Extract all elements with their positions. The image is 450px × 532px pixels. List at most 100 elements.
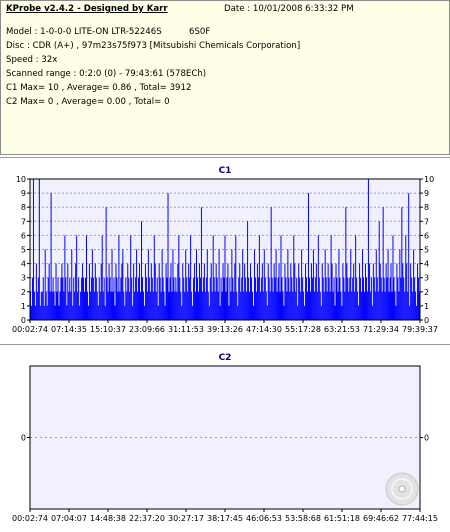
c1-bar [296,277,298,320]
c1-bar [332,291,334,320]
c1-bar [142,291,144,320]
c1-bar [107,291,109,320]
c1-bar [34,305,36,320]
c1-bar [251,277,253,320]
c1-bar [373,277,375,320]
c1-bar [385,263,387,320]
c1-bar [343,277,345,320]
y-tick-label-right: 4 [424,260,429,269]
c1-bar [122,249,124,320]
c1-bar [341,305,343,320]
c1-bar [342,263,344,320]
c1-bar [369,291,371,320]
c1-bar [231,249,233,320]
c1-bar [112,291,114,320]
c1-bar [75,263,77,320]
c2-chart: C2 0 0 00:02:74 07:04:07 14:48:38 22:37:20 30:2… [12,353,438,523]
c1-bar [303,291,305,320]
c1-bar [347,277,349,320]
y-tick-label-left: 1 [21,302,26,311]
c1-bar [38,179,40,320]
c1-bar [320,305,322,320]
c1-bar [364,263,366,320]
c1-bar [147,249,149,320]
c1-bar [384,291,386,320]
y-tick-label-right: 3 [424,274,429,283]
c1-bar [351,291,353,320]
c1-bar [371,305,373,320]
c1-bar [312,249,314,320]
c1-bar [171,291,173,320]
c1-bar [45,291,47,320]
c1-bar [278,263,280,320]
c1-bar [97,305,99,320]
c1-bar [85,277,86,320]
c1-bar [395,305,397,320]
c1-bar [388,291,390,320]
c1-bar [135,277,137,320]
c1-bar [307,291,309,320]
c1-bar [403,277,405,320]
c1-bar [83,277,85,320]
x-tick-label: 55:17:28 [285,325,321,334]
c1-bar [266,305,268,320]
c1-bar [339,277,341,320]
c1-bar [129,291,131,320]
c1-bar [387,249,389,320]
c1-bar [185,249,187,320]
c1-bar [131,277,133,320]
c1-bar [217,291,219,320]
c1-bar [260,277,262,320]
c1-bar [61,263,63,320]
c1-bar [267,263,269,320]
c1-bar [275,249,277,320]
c1-bar [269,291,271,320]
c1-bar [368,263,370,320]
c1-bar [202,277,204,320]
c1-bar [379,263,381,320]
c1-bar [323,291,325,320]
disc-watermark-icon [385,472,419,506]
c1-bar [198,263,200,320]
c1-bar [345,207,347,320]
c1-bar [386,277,388,320]
c1-bar [291,277,293,320]
c1-bar [106,277,108,320]
c1-bar [242,249,244,320]
c1-bar [362,249,364,320]
c2-chart-panel: C2 0 0 00:02:74 07:04:07 14:48:38 22:37:20 30:2… [0,346,450,529]
c1-bar [124,305,126,320]
x-tick-label: 61:51:18 [324,514,360,523]
panel-divider [0,157,450,158]
scan-speed: Speed : 32x [6,55,58,65]
x-tick-label: 47:14:30 [246,325,282,334]
c1-bar [208,305,210,320]
chart-title: C1 [219,166,232,176]
c1-bar [276,291,278,320]
c1-bar [209,277,211,320]
c1-bar [74,291,76,320]
c1-bar [63,291,65,320]
c2-summary: C2 Max= 0 , Average= 0.00 , Total= 0 [6,97,170,107]
c1-bar [128,277,130,320]
c1-bar [319,291,321,320]
c1-bar [203,263,205,320]
c1-bar [51,291,53,320]
c1-bar [184,291,186,320]
y-tick-label-right: 7 [424,217,429,226]
c1-bar [229,277,231,320]
c1-bar [336,277,338,320]
c1-bar [49,291,51,320]
x-tick-label: 46:06:53 [246,514,282,523]
c1-bar [105,207,107,320]
y-tick-label-right: 9 [424,189,429,198]
c1-bar [338,249,340,320]
c1-bar [216,277,218,320]
c1-bar [366,291,368,320]
c1-bar [299,277,301,320]
x-tick-label: 30:27:17 [168,514,204,523]
c1-bar [288,277,290,320]
c1-bar [79,305,81,320]
c1-bar [54,305,56,320]
c1-bar [44,249,46,320]
